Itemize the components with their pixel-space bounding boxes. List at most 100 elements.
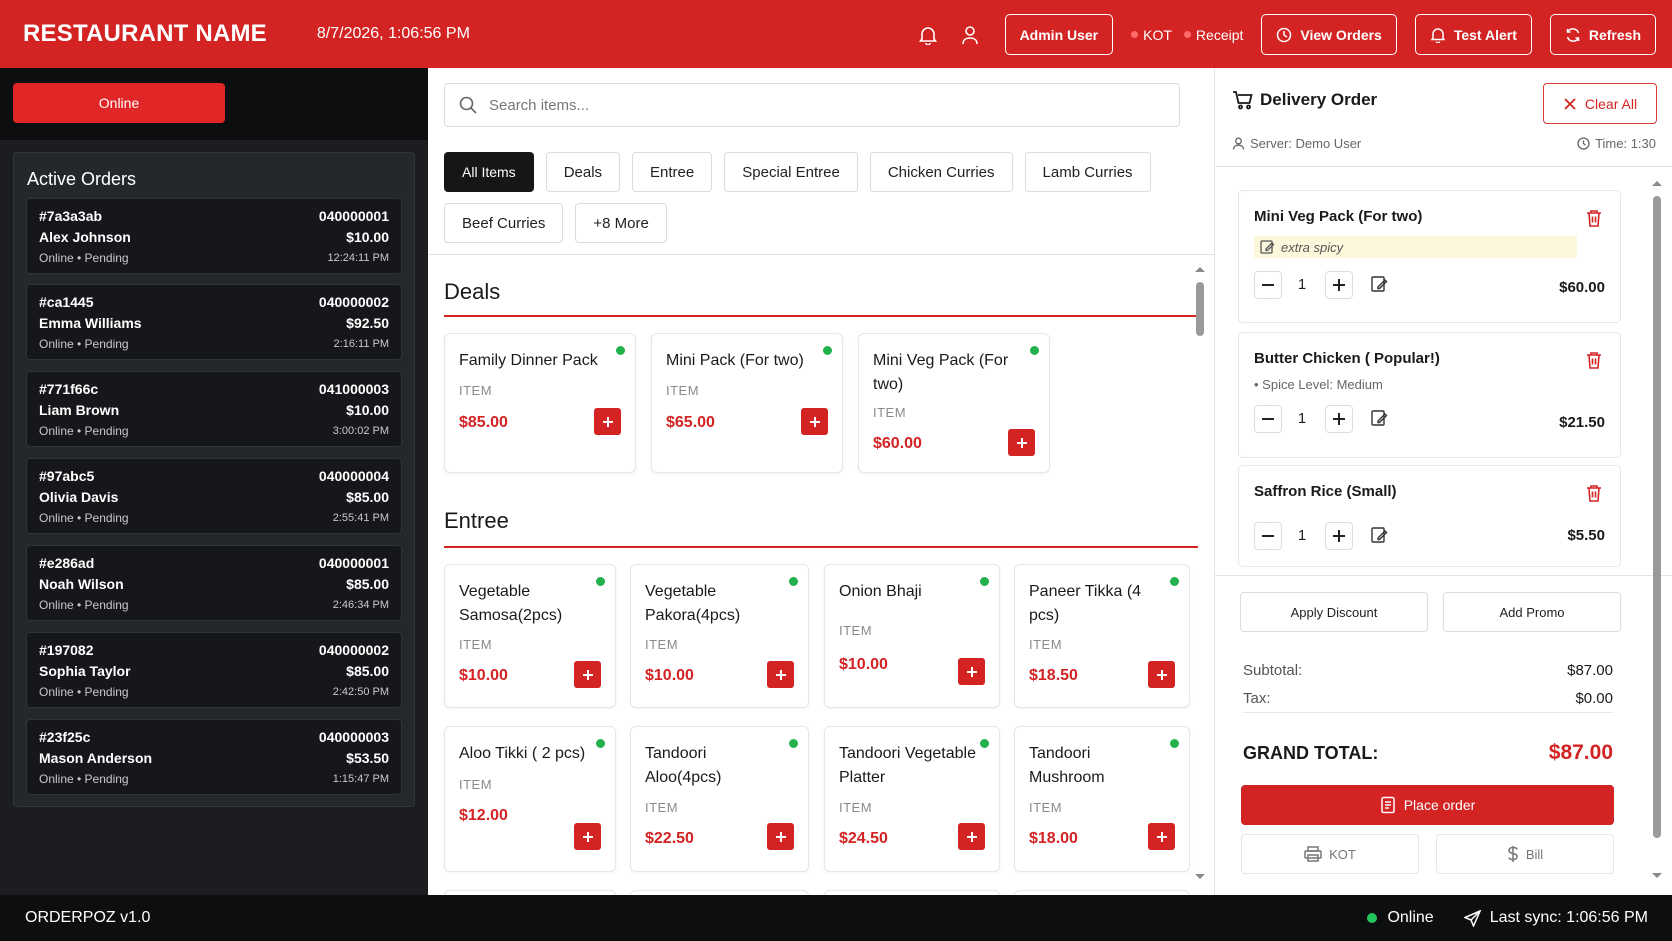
menu-item-card[interactable]: Tandoori Mushroom ITEM $18.00 <box>1014 726 1190 872</box>
clear-all-button[interactable]: Clear All <box>1543 83 1657 124</box>
item-price: $10.00 <box>645 667 694 684</box>
increase-qty-button[interactable] <box>1325 405 1353 433</box>
order-status: Online • Pending <box>39 251 129 265</box>
menu-item-card[interactable]: Onion Bhaji ITEM $10.00 <box>824 564 1000 708</box>
category-more[interactable]: +8 More <box>575 203 667 243</box>
order-card[interactable]: #23f25c Mason Anderson Online • Pending … <box>26 719 402 795</box>
trash-icon[interactable] <box>1586 484 1602 507</box>
item-type: ITEM <box>873 405 907 420</box>
add-item-button[interactable] <box>958 658 985 685</box>
search-input[interactable] <box>489 96 1089 114</box>
item-price: $18.50 <box>1029 667 1078 684</box>
order-card[interactable]: #97abc5 Olivia Davis Online • Pending 04… <box>26 458 402 534</box>
item-price: $60.00 <box>873 435 922 452</box>
apply-discount-button[interactable]: Apply Discount <box>1240 592 1428 632</box>
cart-icon <box>1233 91 1253 110</box>
trash-icon[interactable] <box>1586 351 1602 374</box>
add-item-button[interactable] <box>958 823 985 850</box>
available-dot <box>1170 739 1179 748</box>
kot-button[interactable]: KOT <box>1241 834 1419 874</box>
order-card[interactable]: #e286ad Noah Wilson Online • Pending 040… <box>26 545 402 621</box>
view-orders-button[interactable]: View Orders <box>1261 14 1397 55</box>
item-type: ITEM <box>839 800 873 815</box>
bill-button[interactable]: Bill <box>1436 834 1614 874</box>
available-dot <box>823 346 832 355</box>
cart-item: Mini Veg Pack (For two) extra spicy 1 $6… <box>1238 190 1621 323</box>
menu-item-card[interactable]: Mini Veg Pack (For two) ITEM $60.00 <box>858 333 1050 473</box>
add-promo-button[interactable]: Add Promo <box>1443 592 1621 632</box>
cart-item: Butter Chicken ( Popular!) • Spice Level… <box>1238 332 1621 458</box>
cart-item-name: Mini Veg Pack (For two) <box>1254 208 1423 225</box>
grand-total-value: $87.00 <box>1548 741 1613 764</box>
receipt-status-dot <box>1183 31 1191 38</box>
decrease-qty-button[interactable] <box>1254 271 1282 299</box>
test-alert-button[interactable]: Test Alert <box>1414 14 1532 55</box>
add-item-button[interactable] <box>767 661 794 688</box>
menu-scrollbar-thumb[interactable] <box>1196 282 1204 336</box>
increase-qty-button[interactable] <box>1325 522 1353 550</box>
order-scrollbar-thumb[interactable] <box>1653 196 1661 838</box>
order-panel: Delivery Order Clear All Server: Demo Us… <box>1214 68 1672 895</box>
status-footer: ORDERPOZ v1.0 Online Last sync: 1:06:56 … <box>0 895 1672 941</box>
kot-indicator-label: KOT <box>1143 26 1172 43</box>
add-item-button[interactable] <box>767 823 794 850</box>
cart-item-name: Butter Chicken ( Popular!) <box>1254 350 1440 367</box>
category-all-items[interactable]: All Items <box>444 152 534 192</box>
category-beef-curries[interactable]: Beef Curries <box>444 203 564 243</box>
edit-note-icon[interactable] <box>1370 526 1390 546</box>
available-dot <box>1030 346 1039 355</box>
menu-item-card[interactable]: Family Dinner Pack ITEM $85.00 <box>444 333 636 473</box>
order-card[interactable]: #7a3a3ab Alex Johnson Online • Pending 0… <box>26 198 402 274</box>
menu-item-card[interactable]: Mini Pack (For two) ITEM $65.00 <box>651 333 843 473</box>
admin-user-button[interactable]: Admin User <box>1004 14 1114 55</box>
add-item-button[interactable] <box>1148 661 1175 688</box>
add-item-button[interactable] <box>1148 823 1175 850</box>
user-icon[interactable] <box>959 24 981 46</box>
category-entree[interactable]: Entree <box>632 152 713 192</box>
item-name: Tandoori Vegetable Platter <box>839 745 976 786</box>
online-toggle-button[interactable]: Online <box>13 83 225 123</box>
search-icon <box>459 96 477 114</box>
add-item-button[interactable] <box>801 408 828 435</box>
add-item-button[interactable] <box>1008 429 1035 456</box>
category-chicken-curries[interactable]: Chicken Curries <box>869 152 1013 192</box>
plus-icon <box>582 669 593 680</box>
menu-item-card[interactable]: Vegetable Samosa(2pcs) ITEM $10.00 <box>444 564 616 708</box>
add-item-button[interactable] <box>574 661 601 688</box>
bell-icon[interactable] <box>917 24 939 46</box>
menu-scrollbar[interactable] <box>1192 264 1208 890</box>
order-card[interactable]: #771f66c Liam Brown Online • Pending 041… <box>26 371 402 447</box>
item-price: $85.00 <box>459 414 508 431</box>
menu-item-card[interactable]: Vegetable Pakora(4pcs) ITEM $10.00 <box>630 564 809 708</box>
kot-button-label: KOT <box>1329 846 1356 862</box>
place-order-button[interactable]: Place order <box>1241 785 1614 825</box>
category-special-entree[interactable]: Special Entree <box>724 152 858 192</box>
order-time: 2:46:34 PM <box>332 599 389 611</box>
refresh-button[interactable]: Refresh <box>1549 14 1656 55</box>
add-item-button[interactable] <box>594 408 621 435</box>
search-bar[interactable] <box>444 83 1180 127</box>
order-code: 040000002 <box>318 642 389 658</box>
edit-note-icon[interactable] <box>1370 409 1390 429</box>
category-deals[interactable]: Deals <box>545 152 621 192</box>
decrease-qty-button[interactable] <box>1254 405 1282 433</box>
decrease-qty-button[interactable] <box>1254 522 1282 550</box>
menu-item-card[interactable]: Aloo Tikki ( 2 pcs) ITEM $12.00 <box>444 726 616 872</box>
category-lamb-curries[interactable]: Lamb Curries <box>1024 152 1151 192</box>
menu-item-card[interactable]: Tandoori Vegetable Platter ITEM $24.50 <box>824 726 1000 872</box>
send-icon <box>1463 909 1481 927</box>
category-row-1: All Items Deals Entree Special Entree Ch… <box>444 152 1184 192</box>
increase-qty-button[interactable] <box>1325 271 1353 299</box>
order-card[interactable]: #ca1445 Emma Williams Online • Pending 0… <box>26 284 402 360</box>
edit-note-icon[interactable] <box>1370 275 1390 295</box>
order-card[interactable]: #197082 Sophia Taylor Online • Pending 0… <box>26 632 402 708</box>
order-scrollbar[interactable] <box>1649 178 1665 888</box>
menu-item-card[interactable]: Tandoori Aloo(4pcs) ITEM $22.50 <box>630 726 809 872</box>
section-rule <box>444 546 1198 548</box>
menu-item-card[interactable]: Paneer Tikka (4 pcs) ITEM $18.50 <box>1014 564 1190 708</box>
add-item-button[interactable] <box>574 823 601 850</box>
order-time: 3:00:02 PM <box>332 425 389 437</box>
order-time: 2:55:41 PM <box>332 512 389 524</box>
order-type-label: Delivery Order <box>1260 90 1378 109</box>
trash-icon[interactable] <box>1586 209 1602 232</box>
